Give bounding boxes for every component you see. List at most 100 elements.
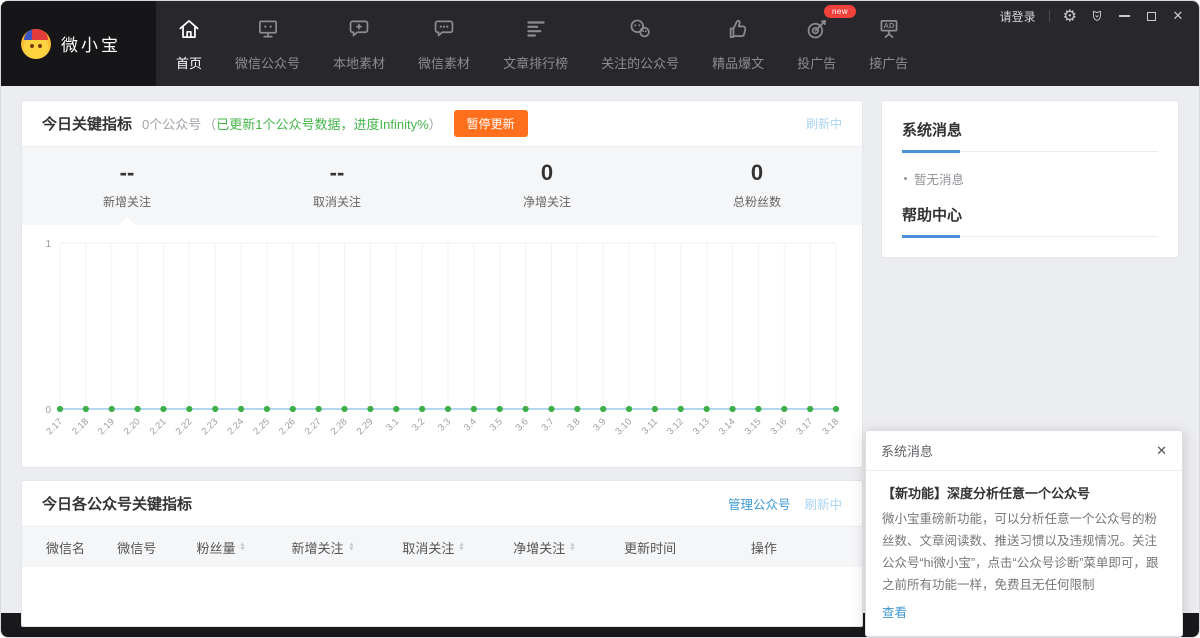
pause-update-button[interactable]: 暂停更新 <box>454 110 528 137</box>
column-header[interactable]: 取消关注 ▲▼ <box>402 538 513 557</box>
close-icon[interactable]: ✕ <box>1156 443 1167 459</box>
system-messages-title: 系统消息 <box>902 119 1158 152</box>
top-navbar: 微小宝 首页 微信公众号 本地素材 微信素材 文章排行榜 <box>1 1 1199 86</box>
sidebar-card: 系统消息 暂无消息 帮助中心 <box>881 100 1179 258</box>
column-label: 微信号 <box>117 538 156 557</box>
thumbs-up-icon <box>725 16 751 45</box>
maximize-button[interactable] <box>1144 9 1158 23</box>
sort-icon[interactable]: ▲▼ <box>240 543 246 552</box>
help-center-title: 帮助中心 <box>902 204 1158 237</box>
metric-total-fans[interactable]: 0 总粉丝数 <box>652 160 862 210</box>
nav-label: 微信素材 <box>418 53 470 72</box>
manage-accounts-link[interactable]: 管理公众号 <box>728 494 791 513</box>
metric-label: 取消关注 <box>232 193 442 210</box>
svg-text:3.16: 3.16 <box>769 416 790 437</box>
nav-item-place-ads[interactable]: new 投广告 <box>797 16 836 72</box>
nav-label: 关注的公众号 <box>601 53 679 72</box>
shield-icon[interactable] <box>1090 9 1104 23</box>
nav-item-article-ranking[interactable]: 文章排行榜 <box>503 16 568 72</box>
column-label: 取消关注 <box>402 538 454 557</box>
main-content: 今日关键指标 0个公众号 （ 已更新1个公众号数据，进度Infinity% ） … <box>1 86 1199 613</box>
column-label: 净增关注 <box>513 538 565 557</box>
column-header[interactable]: 净增关注 ▲▼ <box>513 538 624 557</box>
paren-open: （ <box>203 114 216 133</box>
svg-text:3.12: 3.12 <box>665 416 686 437</box>
metric-label: 新增关注 <box>22 193 232 210</box>
svg-text:2.22: 2.22 <box>174 416 195 437</box>
popup-body: 【新功能】深度分析任意一个公众号 微小宝重磅新功能，可以分析任意一个公众号的粉丝… <box>866 471 1182 636</box>
app-window: 微小宝 首页 微信公众号 本地素材 微信素材 文章排行榜 <box>0 0 1200 638</box>
metric-new-followers[interactable]: -- 新增关注 <box>22 160 232 210</box>
target-icon <box>804 16 830 45</box>
svg-text:3.14: 3.14 <box>717 416 738 437</box>
login-link[interactable]: 请登录 <box>1000 8 1036 25</box>
column-label: 新增关注 <box>291 538 343 557</box>
nav-item-local-material[interactable]: 本地素材 <box>333 16 385 72</box>
svg-text:3.17: 3.17 <box>794 416 815 437</box>
svg-text:2.26: 2.26 <box>277 416 298 437</box>
svg-text:3.1: 3.1 <box>384 416 401 433</box>
column-header[interactable]: 新增关注 ▲▼ <box>291 538 402 557</box>
svg-text:3.18: 3.18 <box>820 416 841 437</box>
nav-item-wechat-material[interactable]: 微信素材 <box>418 16 470 72</box>
svg-text:3.5: 3.5 <box>488 416 505 433</box>
nav-label: 投广告 <box>797 53 836 72</box>
home-icon <box>176 16 202 45</box>
svg-text:3.8: 3.8 <box>565 416 582 433</box>
column-header: 微信号 <box>117 538 196 557</box>
sort-icon[interactable]: ▲▼ <box>570 543 576 552</box>
gear-icon[interactable]: ⚙ <box>1063 6 1077 26</box>
key-metrics-header: 今日关键指标 0个公众号 （ 已更新1个公众号数据，进度Infinity% ） … <box>22 101 862 147</box>
svg-text:2.25: 2.25 <box>251 416 272 437</box>
svg-text:3.7: 3.7 <box>539 416 556 433</box>
metric-value: 0 <box>652 160 862 186</box>
nav-item-premium-articles[interactable]: 精品爆文 <box>712 16 764 72</box>
svg-text:2.24: 2.24 <box>225 416 246 437</box>
table-header-links: 管理公众号 刷新中 <box>728 494 842 513</box>
metrics-row: -- 新增关注 -- 取消关注 0 净增关注 0 总粉丝数 <box>22 147 862 225</box>
column-header: 操作 <box>751 538 838 557</box>
svg-text:0: 0 <box>45 405 51 416</box>
local-material-icon <box>346 16 372 45</box>
metric-net-increase[interactable]: 0 净增关注 <box>442 160 652 210</box>
nav-label: 精品爆文 <box>712 53 764 72</box>
svg-text:3.4: 3.4 <box>462 416 479 433</box>
column-label: 操作 <box>751 538 777 557</box>
nav-item-followed-accounts[interactable]: 关注的公众号 <box>601 16 679 72</box>
system-message-popup: 系统消息 ✕ 【新功能】深度分析任意一个公众号 微小宝重磅新功能，可以分析任意一… <box>865 430 1183 637</box>
svg-text:2.28: 2.28 <box>329 416 350 437</box>
wechat-icon <box>627 16 653 45</box>
brand-name: 微小宝 <box>61 31 121 56</box>
svg-text:2.19: 2.19 <box>96 416 117 437</box>
view-link[interactable]: 查看 <box>882 602 907 621</box>
minimize-button[interactable] <box>1117 9 1131 23</box>
svg-text:1: 1 <box>45 239 51 250</box>
column-header[interactable]: 粉丝量▲▼ <box>196 538 291 557</box>
accounts-table-header: 今日各公众号关键指标 管理公众号 刷新中 <box>22 481 862 527</box>
wechat-material-icon <box>431 16 457 45</box>
metric-label: 总粉丝数 <box>652 193 862 210</box>
nav-item-wechat-accounts[interactable]: 微信公众号 <box>235 16 300 72</box>
svg-text:2.21: 2.21 <box>148 416 169 437</box>
sort-icon[interactable]: ▲▼ <box>459 543 465 552</box>
nav-label: 微信公众号 <box>235 53 300 72</box>
app-logo-icon <box>21 29 51 59</box>
no-messages-item: 暂无消息 <box>904 169 1158 188</box>
column-label: 更新时间 <box>624 538 676 557</box>
ranking-icon <box>523 16 549 45</box>
svg-text:3.3: 3.3 <box>436 416 453 433</box>
nav-label: 接广告 <box>869 53 908 72</box>
nav-item-accept-ads[interactable]: AD 接广告 <box>869 16 908 72</box>
close-button[interactable]: ✕ <box>1171 9 1185 23</box>
nav-item-home[interactable]: 首页 <box>176 16 202 72</box>
svg-text:3.15: 3.15 <box>743 416 764 437</box>
nav-label: 本地素材 <box>333 53 385 72</box>
nav-label: 文章排行榜 <box>503 53 568 72</box>
svg-text:2.29: 2.29 <box>355 416 376 437</box>
svg-text:3.10: 3.10 <box>613 416 634 437</box>
sort-icon[interactable]: ▲▼ <box>348 543 354 552</box>
metric-unfollows[interactable]: -- 取消关注 <box>232 160 442 210</box>
no-messages-label: 暂无消息 <box>914 169 964 188</box>
key-metrics-card: 今日关键指标 0个公众号 （ 已更新1个公众号数据，进度Infinity% ） … <box>21 100 863 468</box>
svg-text:3.9: 3.9 <box>591 416 608 433</box>
